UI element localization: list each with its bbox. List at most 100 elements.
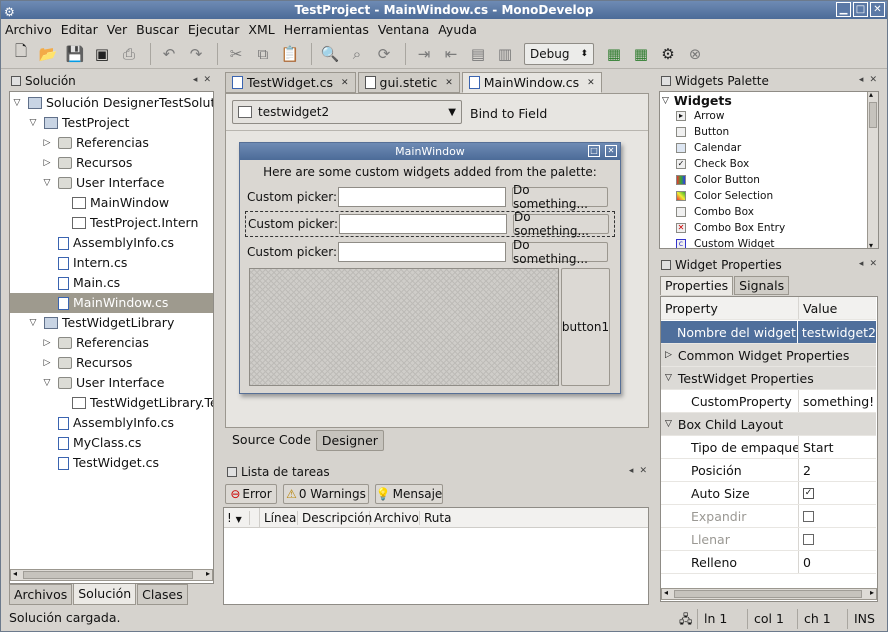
tree-node-testproject[interactable]: ▽ TestProject [28,113,130,133]
expander-open-icon[interactable]: ▽ [28,113,38,133]
scroll-right-icon[interactable]: ▸ [206,569,210,578]
palette-item-calendar[interactable]: Calendar [676,140,741,156]
find-icon[interactable]: 🔍 [318,42,342,66]
tab-archivos[interactable]: Archivos [9,584,73,605]
empty-placeholder-area[interactable] [249,268,559,386]
run-icon[interactable]: ⚙ [656,42,680,66]
prop-row-fill[interactable]: Llenar [661,528,876,551]
close-pane-icon[interactable]: ✕ [639,466,647,476]
maximize-button[interactable]: □ [853,2,868,17]
tree-node-resources-2[interactable]: ▷ Recursos [42,353,133,373]
prop-value[interactable]: Start [799,440,834,455]
tree-node-user-interface-2[interactable]: ▽ User Interface [42,373,165,393]
find-next-icon[interactable]: ⌕ [345,42,369,66]
prop-value[interactable]: something! [799,394,874,409]
comment-icon[interactable]: ▤ [466,42,490,66]
tab-designer[interactable]: Designer [315,430,384,451]
tree-node-assemblyinfo[interactable]: AssemblyInfo.cs [58,233,174,253]
scroll-down-icon[interactable]: ▾ [869,241,873,248]
solution-hscrollbar[interactable]: ◂ ▸ [10,569,213,581]
widget-selector-combo[interactable]: testwidget2 ▼ [232,100,462,124]
menu-ver[interactable]: Ver [107,22,127,37]
open-folder-icon[interactable]: 📂 [36,42,60,66]
tab-properties[interactable]: Properties [660,276,734,295]
tree-node-testwidgetlibrary-widget[interactable]: TestWidgetLibrary.Tes [72,393,213,413]
properties-hscrollbar[interactable]: ◂ ▸ [661,588,877,600]
rebuild-icon[interactable]: ▦ [629,42,653,66]
expander-open-icon[interactable]: ▽ [28,313,38,333]
dock-icon[interactable]: ◂ [859,75,864,85]
scroll-right-icon[interactable]: ▸ [870,588,874,597]
close-pane-icon[interactable]: ✕ [869,259,877,269]
fill-checkbox[interactable] [803,533,814,545]
expander-open-icon[interactable]: ▽ [12,93,22,113]
paste-icon[interactable]: 📋 [278,42,302,66]
save-all-icon[interactable]: ▣ [90,42,114,66]
prop-row-padding[interactable]: Relleno 0 [661,551,876,574]
auto-size-checkbox[interactable]: ✓ [803,487,814,499]
palette-item-button[interactable]: Button [676,124,729,140]
prop-value[interactable]: testwidget2 [798,325,876,340]
prop-row-widget-name[interactable]: Nombre del widget testwidget2 [661,321,876,344]
col-descripcion[interactable]: Descripción [298,510,372,525]
filter-error-button[interactable]: ⊖ Error [225,484,277,504]
build-icon[interactable]: ▦ [602,42,626,66]
solution-tree[interactable]: ▽ Solución DesignerTestSolution ▽ TestProj… [9,91,214,584]
indent-icon[interactable]: ⇥ [412,42,436,66]
expander-closed-icon[interactable]: ▷ [42,353,52,373]
tree-node-user-interface[interactable]: ▽ User Interface [42,173,165,193]
close-pane-icon[interactable]: ✕ [869,75,877,85]
prop-group-box-child[interactable]: ▽ Box Child Layout [661,413,876,436]
do-something-button-2[interactable]: Do something... [513,210,609,238]
scroll-left-icon[interactable]: ◂ [664,588,668,597]
prop-row-pack-type[interactable]: Tipo de empaqueta Start [661,436,876,459]
doc-tab-testwidget[interactable]: TestWidget.cs ✕ [225,72,356,93]
palette-list[interactable]: ▽ Widgets ▸ Arrow Button Calendar ✓ Check B… [659,91,879,249]
picker-entry-1[interactable] [338,187,506,207]
palette-item-color-selection[interactable]: Color Selection [676,188,773,204]
expander-open-icon[interactable]: ▽ [662,96,669,106]
expander-closed-icon[interactable]: ▷ [42,333,52,353]
picker-entry-2[interactable] [339,214,507,234]
expander-open-icon[interactable]: ▽ [42,173,52,193]
col-priority[interactable]: ! ▼ [224,510,250,525]
tree-node-references-2[interactable]: ▷ Referencias [42,333,149,353]
prop-group-common[interactable]: ▷ Common Widget Properties [661,344,876,367]
menu-buscar[interactable]: Buscar [136,22,179,37]
dock-icon[interactable]: ◂ [859,259,864,269]
designed-window[interactable]: MainWindow □ ✕ Here are some custom widg… [239,142,621,394]
palette-item-combo-box[interactable]: Combo Box [676,204,754,220]
new-file-icon[interactable]: 🗋 [9,42,33,66]
close-icon[interactable]: ✕ [605,145,617,157]
tab-solucion[interactable]: Solución [73,584,137,605]
palette-item-custom-widget[interactable]: c Custom Widget [676,236,775,248]
doc-tab-gui-stetic[interactable]: gui.stetic ✕ [357,72,460,93]
col-ruta[interactable]: Ruta [420,511,460,525]
do-something-button-3[interactable]: Do something... [512,238,608,266]
expander-closed-icon[interactable]: ▷ [42,133,52,153]
prop-value[interactable]: 2 [799,463,811,478]
properties-grid[interactable]: Property Value Nombre del widget testwid… [660,296,878,602]
menu-ayuda[interactable]: Ayuda [438,22,477,37]
undo-icon[interactable]: ↶ [157,42,181,66]
scroll-thumb[interactable] [23,571,193,579]
menu-herramientas[interactable]: Herramientas [284,22,369,37]
redo-icon[interactable]: ↷ [184,42,208,66]
save-icon[interactable]: 💾 [63,42,87,66]
filter-message-button[interactable]: 💡 Mensaje [375,484,443,504]
scroll-up-icon[interactable]: ▴ [869,92,873,99]
tab-signals[interactable]: Signals [734,276,790,295]
expander-open-icon[interactable]: ▽ [665,419,672,429]
prop-row-expand[interactable]: Expandir [661,505,876,528]
col-archivo[interactable]: Archivo [370,510,420,525]
tree-node-intern-cs[interactable]: Intern.cs [58,253,127,273]
tab-clases[interactable]: Clases [137,584,188,605]
close-window-button[interactable]: ✕ [870,2,885,17]
expander-open-icon[interactable]: ▽ [665,373,672,383]
print-icon[interactable]: ⎙ [117,42,141,66]
col-property[interactable]: Property [661,297,799,319]
prop-row-position[interactable]: Posición 2 [661,459,876,482]
prop-value[interactable]: 0 [799,555,811,570]
col-value[interactable]: Value [799,301,837,316]
tree-node-mainwindow[interactable]: MainWindow [72,193,169,213]
